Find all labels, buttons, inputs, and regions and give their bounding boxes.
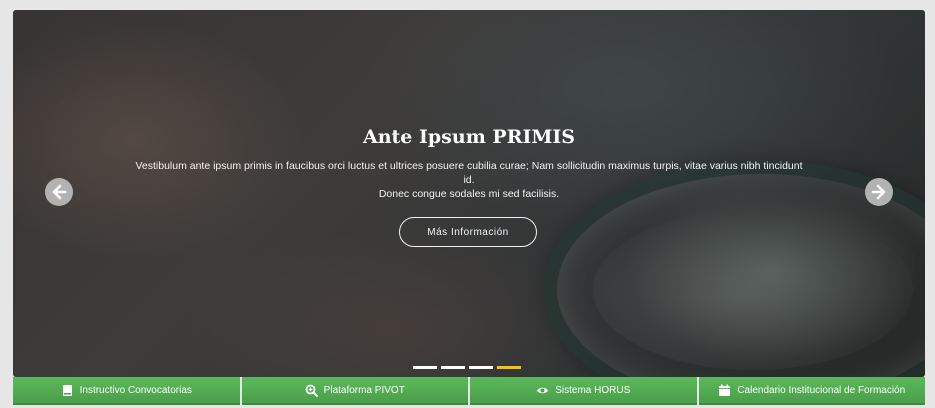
quick-links-bar: Instructivo Convocatorias Plataforma PIV… bbox=[13, 377, 925, 405]
next-slide-button[interactable] bbox=[865, 178, 893, 206]
quick-link-calendario[interactable]: Calendario Institucional de Formación bbox=[698, 377, 925, 405]
search-plus-icon bbox=[305, 384, 318, 397]
arrow-right-icon bbox=[871, 184, 886, 200]
hero-carousel: Ante Ipsum PRIMIS Vestibulum ante ipsum … bbox=[13, 10, 925, 377]
quick-link-instructivo[interactable]: Instructivo Convocatorias bbox=[13, 377, 240, 405]
eye-icon bbox=[536, 384, 549, 397]
quick-link-label: Plataforma PIVOT bbox=[323, 384, 405, 396]
slide-indicator-2[interactable] bbox=[441, 366, 465, 369]
quick-link-label: Instructivo Convocatorias bbox=[79, 384, 192, 396]
quick-link-label: Calendario Institucional de Formación bbox=[737, 384, 906, 396]
slide-description-line-2: Donec congue sodales mi sed facilisis. bbox=[378, 188, 560, 200]
book-icon bbox=[61, 384, 74, 397]
slide-indicator-1[interactable] bbox=[413, 366, 437, 369]
calendar-icon bbox=[718, 384, 731, 397]
prev-slide-button[interactable] bbox=[45, 178, 73, 206]
slide-description: Vestibulum ante ipsum primis in faucibus… bbox=[133, 159, 805, 201]
slide-description-line-1: Vestibulum ante ipsum primis in faucibus… bbox=[135, 160, 803, 186]
quick-link-label: Sistema HORUS bbox=[555, 384, 631, 396]
slide-indicators bbox=[413, 366, 521, 369]
slide-indicator-4[interactable] bbox=[497, 366, 521, 369]
more-info-button[interactable]: Más Información bbox=[399, 217, 537, 247]
quick-link-horus[interactable]: Sistema HORUS bbox=[470, 377, 697, 405]
arrow-left-icon bbox=[52, 184, 67, 200]
slide-title: Ante Ipsum PRIMIS bbox=[362, 126, 576, 148]
slide-indicator-3[interactable] bbox=[469, 366, 493, 369]
quick-link-pivot[interactable]: Plataforma PIVOT bbox=[241, 377, 468, 405]
